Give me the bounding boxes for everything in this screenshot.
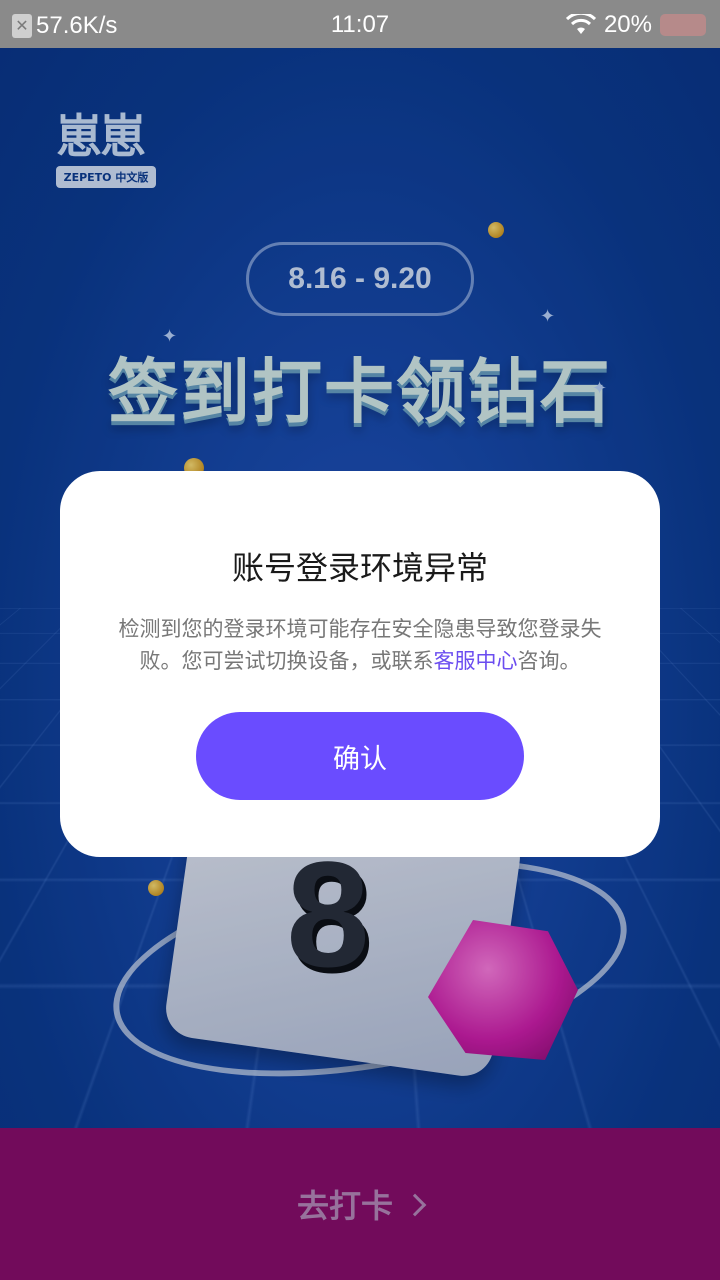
- wifi-icon: [566, 14, 596, 36]
- dialog-message: 检测到您的登录环境可能存在安全隐患导致您登录失败。您可尝试切换设备，或联系客服中…: [104, 613, 616, 677]
- status-bar: ✕ 57.6K/s 11:07 20%: [0, 0, 720, 48]
- confirm-button[interactable]: 确认: [196, 712, 524, 800]
- login-error-dialog: 账号登录环境异常 检测到您的登录环境可能存在安全隐患导致您登录失败。您可尝试切换…: [60, 471, 660, 857]
- dialog-title: 账号登录环境异常: [60, 543, 660, 589]
- customer-service-link[interactable]: 客服中心: [434, 649, 518, 673]
- battery-icon: [660, 14, 706, 36]
- status-right: 20%: [566, 11, 706, 39]
- dialog-message-text-end: 咨询。: [518, 649, 581, 673]
- battery-percent: 20%: [604, 11, 652, 39]
